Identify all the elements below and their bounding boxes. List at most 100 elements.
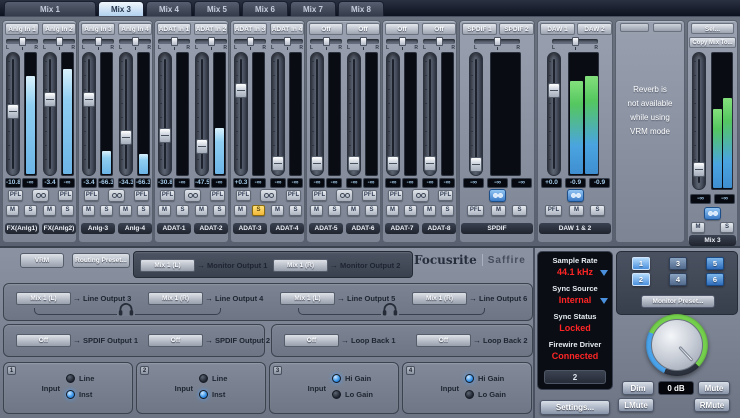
route-source-button[interactable]: Mix 1 (R) (412, 292, 467, 305)
pan-slider[interactable]: LR (234, 37, 266, 51)
tab-mix-1[interactable]: Mix 1 (4, 1, 96, 16)
fader-track[interactable] (386, 52, 400, 176)
input-select-button[interactable]: DAW 1 (540, 23, 575, 35)
fader-track[interactable] (271, 52, 285, 176)
solo-button[interactable]: S (176, 205, 189, 216)
input-type-radio-inst[interactable] (199, 390, 208, 399)
solo-button[interactable]: S (328, 205, 341, 216)
pan-handle[interactable] (398, 37, 406, 46)
knob-face[interactable] (651, 319, 703, 371)
pfl-button[interactable]: PFL (362, 190, 377, 201)
fader-track[interactable] (195, 52, 209, 176)
pfl-button[interactable]: PFL (8, 190, 23, 201)
fader-track[interactable] (469, 52, 483, 176)
route-source-button[interactable]: Mix 1 (R) (273, 259, 328, 272)
fader-handle[interactable] (272, 156, 284, 171)
fader-handle[interactable] (196, 139, 208, 154)
mute-button[interactable]: Mute (698, 381, 730, 395)
solo-button[interactable]: S (441, 205, 454, 216)
route-source-button[interactable]: Off (416, 334, 471, 347)
monitor-speaker-button-6[interactable]: 6 (706, 273, 724, 286)
pan-handle[interactable] (435, 37, 443, 46)
mute-button[interactable]: M (119, 205, 132, 216)
pan-slider[interactable]: LR (119, 37, 151, 51)
input-select-button[interactable]: ADAT In 4 (270, 23, 304, 35)
route-source-button[interactable]: Mix 1 (R) (148, 292, 203, 305)
input-select-button[interactable]: SPDIF 1 (462, 23, 497, 35)
fader-handle[interactable] (83, 92, 95, 107)
route-source-button[interactable]: Off (16, 334, 71, 347)
tab-mix-7[interactable]: Mix 7 (290, 1, 336, 16)
input-select-button[interactable]: ADAT In 3 (233, 23, 267, 35)
pan-slider[interactable]: LR (271, 37, 303, 51)
input-select-button[interactable]: Anlg In 1 (5, 23, 39, 35)
pan-slider[interactable]: LR (158, 37, 190, 51)
pan-slider[interactable]: LR (474, 37, 520, 51)
fader-handle[interactable] (7, 104, 19, 119)
stereo-link-button[interactable] (489, 189, 506, 202)
pfl-button[interactable]: PFL (438, 190, 453, 201)
mute-button[interactable]: M (423, 205, 436, 216)
fader-handle[interactable] (44, 92, 56, 107)
fader-track[interactable] (423, 52, 437, 176)
solo-button[interactable]: S (61, 205, 74, 216)
input-select-button[interactable]: ADAT In 2 (194, 23, 228, 35)
pan-slider[interactable]: LR (423, 37, 455, 51)
solo-button[interactable]: S (404, 205, 417, 216)
dropdown-arrow-icon[interactable] (600, 298, 608, 304)
routing-preset-button[interactable]: Routing Preset... (72, 253, 130, 268)
route-source-button[interactable]: Mix 1 (L) (140, 259, 195, 272)
input-select-button[interactable]: Off (346, 23, 380, 35)
input-select-button[interactable]: Anlg In 4 (118, 23, 152, 35)
input-type-radio-line[interactable] (199, 374, 208, 383)
pan-handle[interactable] (283, 37, 291, 46)
pfl-button[interactable]: PFL (134, 190, 149, 201)
stereo-link-button[interactable] (567, 189, 584, 202)
pan-handle[interactable] (359, 37, 367, 46)
fader-track[interactable] (119, 52, 133, 176)
monitor-speaker-button-2[interactable]: 2 (632, 273, 650, 286)
mute-button[interactable]: M (158, 205, 171, 216)
solo-button[interactable]: S (24, 205, 37, 216)
mute-button[interactable]: M (6, 205, 19, 216)
pan-handle[interactable] (493, 37, 501, 46)
mute-button[interactable]: M (691, 222, 705, 233)
vrm-button[interactable]: VRM (20, 253, 64, 268)
route-source-button[interactable]: Off (148, 334, 203, 347)
pfl-button[interactable]: PFL (545, 205, 562, 216)
pan-handle[interactable] (131, 37, 139, 46)
input-type-radio-lo-gain[interactable] (332, 390, 341, 399)
pfl-button[interactable]: PFL (388, 190, 403, 201)
monitor-preset-button[interactable]: Monitor Preset... (641, 295, 715, 308)
input-select-button[interactable]: DAW 2 (577, 23, 612, 35)
fader-handle[interactable] (693, 162, 705, 177)
solo-button[interactable]: S (365, 205, 378, 216)
stereo-link-button[interactable] (704, 207, 721, 220)
fader-track[interactable] (43, 52, 57, 176)
monitor-volume-knob[interactable] (646, 314, 708, 376)
mix-select-button[interactable]: Sel... (691, 23, 734, 34)
pan-slider[interactable]: LR (43, 37, 75, 51)
input-select-button[interactable]: Anlg In 2 (42, 23, 76, 35)
stereo-link-button[interactable] (32, 189, 49, 202)
route-source-button[interactable]: Mix 1 (L) (16, 292, 71, 305)
monitor-speaker-button-1[interactable]: 1 (632, 257, 650, 270)
fader-handle[interactable] (387, 156, 399, 171)
mute-button[interactable]: M (271, 205, 284, 216)
mute-button[interactable]: M (82, 205, 95, 216)
stereo-link-button[interactable] (184, 189, 201, 202)
pfl-button[interactable]: PFL (236, 190, 251, 201)
solo-button[interactable]: S (100, 205, 113, 216)
mute-button[interactable]: M (386, 205, 399, 216)
mute-button[interactable]: M (310, 205, 323, 216)
copy-mix-button[interactable]: Copy Mix To... (689, 37, 736, 48)
input-select-button[interactable]: Anlg In 3 (81, 23, 115, 35)
fader-track[interactable] (547, 52, 561, 176)
right-mute-button[interactable]: RMute (694, 398, 730, 412)
tab-mix-3[interactable]: Mix 3 (98, 1, 144, 16)
dropdown-arrow-icon[interactable] (600, 270, 608, 276)
fader-handle[interactable] (235, 83, 247, 98)
tab-mix-4[interactable]: Mix 4 (146, 1, 192, 16)
pfl-button[interactable]: PFL (467, 205, 484, 216)
status-value-sample-rate[interactable]: 44.1 kHz (538, 267, 612, 277)
